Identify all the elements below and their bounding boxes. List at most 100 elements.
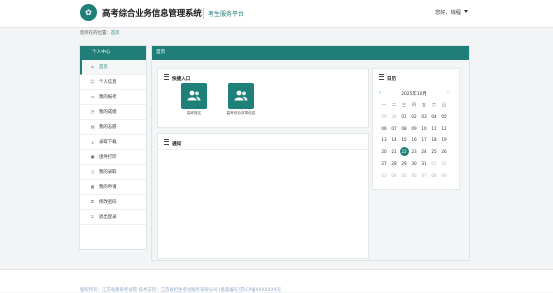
calendar-day-label: 16 [411, 137, 417, 143]
calendar-day[interactable]: 26 [439, 146, 449, 158]
title-divider [203, 8, 204, 19]
calendar-weekday: 二 [391, 102, 397, 107]
main-panel: 首页 快捷入口 高考报名 高考综合改革信息 通知 日历 ‹ 2025年10月 › … [151, 45, 470, 261]
user-menu[interactable]: 您好，钱程 [435, 9, 468, 16]
calendar-day[interactable]: 05 [439, 111, 449, 123]
calendar-day[interactable]: 11 [429, 123, 439, 135]
chevron-down-icon [463, 10, 468, 13]
calendar-day[interactable]: 01 [399, 111, 409, 123]
calendar-day[interactable]: 04 [389, 170, 399, 182]
calendar-day-label: 08 [431, 172, 437, 178]
sidebar-item[interactable]: ⤓ 录取下载 [80, 135, 146, 150]
menu-icon [164, 74, 169, 80]
calendar-day[interactable]: 13 [379, 134, 389, 146]
calendar-day-label: 09 [411, 125, 417, 131]
logo-icon: ✿ [80, 4, 97, 21]
notice-title: 通知 [164, 139, 181, 147]
sidebar-item[interactable]: ⌂ 首页 [80, 60, 146, 75]
calendar-day[interactable]: 20 [379, 146, 389, 158]
sidebar-item[interactable]: ▦ 我的申请 [80, 180, 146, 195]
sidebar-item[interactable]: ☺ 个人信息 [80, 75, 146, 90]
calendar-day[interactable]: 15 [399, 134, 409, 146]
top-header: ✿ 高考综合业务信息管理系统 考生服务平台 您好，钱程 [0, 0, 553, 28]
calendar-month: 2025年10月 [401, 91, 427, 97]
calendar-day-label: 14 [391, 137, 397, 143]
calendar-day-label: 30 [411, 160, 417, 166]
calendar-day-label: 06 [381, 125, 387, 131]
sidebar-item-label: 录取下载 [99, 140, 117, 145]
sidebar-item-label: 退出登录 [99, 215, 117, 220]
calendar-weekday: 三 [401, 102, 407, 107]
quick-entry-item[interactable]: 高考报名 [180, 83, 208, 116]
sidebar-item-label: 首页 [99, 65, 108, 70]
calendar-day[interactable]: 25 [429, 146, 439, 158]
calendar-day[interactable]: 03 [419, 111, 429, 123]
calendar-day[interactable]: 19 [439, 134, 449, 146]
calendar-day[interactable]: 31 [419, 158, 429, 170]
calendar-day[interactable]: 08 [399, 123, 409, 135]
quick-entry-label: 高考综合改革信息 [226, 111, 256, 115]
quick-entry-label: 高考报名 [186, 111, 202, 115]
sidebar-item-label: 我的报考 [99, 95, 117, 100]
calendar-day[interactable]: 29 [379, 111, 389, 123]
calendar-day[interactable]: 16 [409, 134, 419, 146]
calendar-day[interactable]: 07 [389, 123, 399, 135]
chevron-right-icon[interactable]: › [447, 90, 449, 96]
calendar-week-row: 03 04 05 06 07 08 09 [379, 170, 449, 182]
calendar-day[interactable]: 18 [429, 134, 439, 146]
calendar-day[interactable]: 12 [439, 123, 449, 135]
calendar-day-label: 08 [401, 125, 407, 131]
calendar-day-label: 04 [391, 172, 397, 178]
sidebar-item[interactable]: ▣ 函件打印 [80, 150, 146, 165]
sidebar-item[interactable]: ▭ 我的报考 [80, 90, 146, 105]
sidebar-item-label: 我的成绩 [99, 110, 117, 115]
calendar-day[interactable]: 03 [379, 170, 389, 182]
calendar-day[interactable]: 14 [389, 134, 399, 146]
calendar-day[interactable]: 24 [419, 146, 429, 158]
calendar-day[interactable]: 10 [419, 123, 429, 135]
calendar-day[interactable]: 04 [429, 111, 439, 123]
calendar-day[interactable]: 01 [429, 158, 439, 170]
calendar-day[interactable]: 30 [389, 111, 399, 123]
notice-divider [158, 149, 368, 150]
calendar-day[interactable]: 21 [389, 146, 399, 158]
menu-icon [164, 139, 169, 145]
breadcrumb-current[interactable]: 首页 [111, 31, 120, 36]
calendar-day[interactable]: 17 [419, 134, 429, 146]
calendar-day[interactable]: 02 [409, 111, 419, 123]
calendar-day-label: 10 [421, 125, 427, 131]
calendar-day-label: 05 [401, 172, 407, 178]
sidebar-item[interactable]: ▯ 我的录取 [80, 165, 146, 180]
users-icon [181, 83, 207, 109]
calendar-day[interactable]: 07 [419, 170, 429, 182]
calendar-day-label: 03 [421, 113, 427, 119]
calendar-day-label: 17 [421, 137, 427, 143]
menu-icon [379, 74, 384, 80]
calendar-day[interactable]: 02 [439, 158, 449, 170]
calendar-day[interactable]: 09 [439, 170, 449, 182]
sidebar-item[interactable]: ◷ 我的成绩 [80, 105, 146, 120]
calendar-day[interactable]: 08 [429, 170, 439, 182]
calendar-day[interactable]: 27 [379, 158, 389, 170]
calendar-day[interactable]: 29 [399, 158, 409, 170]
calendar-day[interactable]: 06 [409, 170, 419, 182]
calendar-day-label: 02 [411, 113, 417, 119]
calendar-title: 日历 [379, 74, 396, 82]
footer-text: 版权所有：江苏省教育考试院 技术支持：江苏省招生考试服务有限公司 [备案编号]苏… [80, 288, 282, 293]
calendar-day[interactable]: 28 [389, 158, 399, 170]
sidebar-item[interactable]: ▤ 我的志愿 [80, 120, 146, 135]
calendar-day[interactable]: 23 [409, 146, 419, 158]
calendar-day-today[interactable]: 22 [399, 146, 409, 158]
calendar-day[interactable]: 05 [399, 170, 409, 182]
logout-icon: ⎋ [90, 214, 95, 219]
calendar-day[interactable]: 09 [409, 123, 419, 135]
sidebar-item[interactable]: ⎋ 退出登录 [80, 210, 146, 225]
calendar-day-label: 03 [381, 172, 387, 178]
calendar-day[interactable]: 06 [379, 123, 389, 135]
calendar-day[interactable]: 30 [409, 158, 419, 170]
calendar-header: ‹ 2025年10月 › [379, 90, 449, 97]
doc-icon: ▤ [90, 124, 95, 129]
quick-entry-item[interactable]: 高考综合改革信息 [227, 83, 255, 116]
sidebar-item[interactable]: ⚿ 修改密码 [80, 195, 146, 210]
sidebar-item-label: 个人信息 [99, 80, 117, 85]
